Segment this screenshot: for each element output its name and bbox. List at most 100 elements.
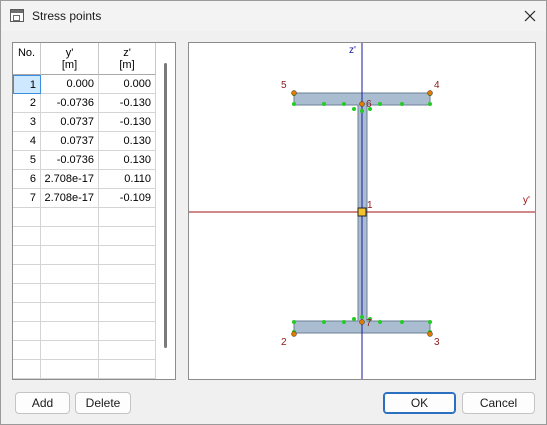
cell-no[interactable] [13, 227, 41, 246]
cell-no[interactable] [13, 246, 41, 265]
scrollbar-thumb[interactable] [164, 63, 167, 348]
stress-point-label: 7 [366, 318, 372, 329]
edge-point-marker [292, 320, 296, 324]
header-y[interactable]: y' [m] [41, 43, 99, 75]
cell-no[interactable] [13, 303, 41, 322]
cell-y[interactable] [41, 227, 99, 246]
table-row[interactable]: 3 0.0737 -0.130 [13, 113, 158, 132]
cell-y[interactable]: 0.000 [41, 75, 99, 94]
close-button[interactable] [518, 5, 542, 27]
cell-y[interactable]: -0.0736 [41, 151, 99, 170]
cell-y[interactable] [41, 246, 99, 265]
edge-point-marker [352, 107, 356, 111]
cell-z[interactable]: 0.000 [99, 75, 156, 94]
cell-no[interactable]: 7 [13, 189, 41, 208]
edge-point-marker [322, 102, 326, 106]
cell-y[interactable] [41, 360, 99, 379]
edge-point-marker [360, 109, 364, 113]
table-row[interactable] [13, 322, 158, 341]
cell-y[interactable]: 0.0737 [41, 113, 99, 132]
ok-button[interactable]: OK [383, 392, 456, 414]
table-row[interactable]: 6 2.708e-17 0.110 [13, 170, 158, 189]
add-button[interactable]: Add [15, 392, 70, 414]
table-row[interactable]: 4 0.0737 0.130 [13, 132, 158, 151]
table-row[interactable] [13, 265, 158, 284]
cell-no[interactable] [13, 284, 41, 303]
stress-points-table[interactable]: No. y' [m] z' [m] 1 0.000 0.000 2 -0.0736 -0.… [12, 42, 176, 380]
cell-z[interactable]: 0.130 [99, 151, 156, 170]
stress-point-label: 1 [367, 200, 373, 211]
cell-z[interactable]: 0.110 [99, 170, 156, 189]
cell-no[interactable] [13, 360, 41, 379]
cell-y[interactable] [41, 265, 99, 284]
table-row[interactable] [13, 246, 158, 265]
cell-no[interactable]: 5 [13, 151, 41, 170]
edge-point-marker [428, 102, 432, 106]
cell-z[interactable]: -0.130 [99, 94, 156, 113]
header-z[interactable]: z' [m] [99, 43, 156, 75]
cell-z[interactable]: -0.130 [99, 113, 156, 132]
cell-y[interactable]: -0.0736 [41, 94, 99, 113]
cell-z[interactable] [99, 341, 156, 360]
cell-y[interactable] [41, 208, 99, 227]
stress-point-label: 5 [281, 80, 287, 91]
edge-point-marker [400, 102, 404, 106]
table-row[interactable] [13, 227, 158, 246]
cell-no[interactable] [13, 265, 41, 284]
edge-point-marker [378, 320, 382, 324]
cell-z[interactable] [99, 208, 156, 227]
cell-y[interactable] [41, 322, 99, 341]
cell-y[interactable] [41, 284, 99, 303]
cell-no[interactable]: 6 [13, 170, 41, 189]
header-no[interactable]: No. [13, 43, 41, 75]
cell-z[interactable]: -0.109 [99, 189, 156, 208]
edge-point-marker [352, 317, 356, 321]
stress-point-marker [291, 331, 297, 337]
edge-point-marker [400, 320, 404, 324]
cell-y[interactable]: 2.708e-17 [41, 170, 99, 189]
cell-y[interactable] [41, 341, 99, 360]
cell-no[interactable] [13, 322, 41, 341]
cancel-button[interactable]: Cancel [462, 392, 535, 414]
cell-z[interactable] [99, 265, 156, 284]
table-row[interactable]: 2 -0.0736 -0.130 [13, 94, 158, 113]
cell-no[interactable]: 4 [13, 132, 41, 151]
cell-z[interactable] [99, 227, 156, 246]
cell-z[interactable] [99, 246, 156, 265]
delete-button[interactable]: Delete [75, 392, 131, 414]
cell-no[interactable] [13, 208, 41, 227]
table-body: 1 0.000 0.000 2 -0.0736 -0.130 3 0.0737 -0.130 4 0… [13, 75, 158, 379]
window-icon [10, 9, 24, 22]
section-canvas: y' z' 1 2 3 4 5 6 7 [189, 43, 535, 379]
vertical-scrollbar[interactable] [158, 43, 175, 379]
y-axis-label: y' [523, 195, 530, 206]
cell-no[interactable]: 3 [13, 113, 41, 132]
cell-no[interactable]: 1 [13, 75, 41, 94]
cell-y[interactable]: 2.708e-17 [41, 189, 99, 208]
window-title: Stress points [32, 9, 102, 23]
table-row[interactable] [13, 208, 158, 227]
cell-y[interactable] [41, 303, 99, 322]
table-row[interactable]: 5 -0.0736 0.130 [13, 151, 158, 170]
cell-z[interactable] [99, 360, 156, 379]
table-row[interactable]: 1 0.000 0.000 [13, 75, 158, 94]
stress-point-marker [427, 331, 433, 337]
cell-z[interactable] [99, 303, 156, 322]
cell-z[interactable] [99, 284, 156, 303]
table-row[interactable]: 7 2.708e-17 -0.109 [13, 189, 158, 208]
cell-no[interactable] [13, 341, 41, 360]
table-row[interactable] [13, 341, 158, 360]
cell-z[interactable]: 0.130 [99, 132, 156, 151]
cell-z[interactable] [99, 322, 156, 341]
table-row[interactable] [13, 360, 158, 379]
cell-y[interactable]: 0.0737 [41, 132, 99, 151]
table-row[interactable] [13, 284, 158, 303]
stress-point-1-marker [357, 207, 367, 217]
section-preview[interactable]: y' z' 1 2 3 4 5 6 7 [188, 42, 536, 380]
stress-point-label: 6 [366, 99, 372, 110]
cell-no[interactable]: 2 [13, 94, 41, 113]
title-bar: Stress points [1, 1, 546, 31]
edge-point-marker [342, 320, 346, 324]
edge-point-marker [292, 102, 296, 106]
table-row[interactable] [13, 303, 158, 322]
